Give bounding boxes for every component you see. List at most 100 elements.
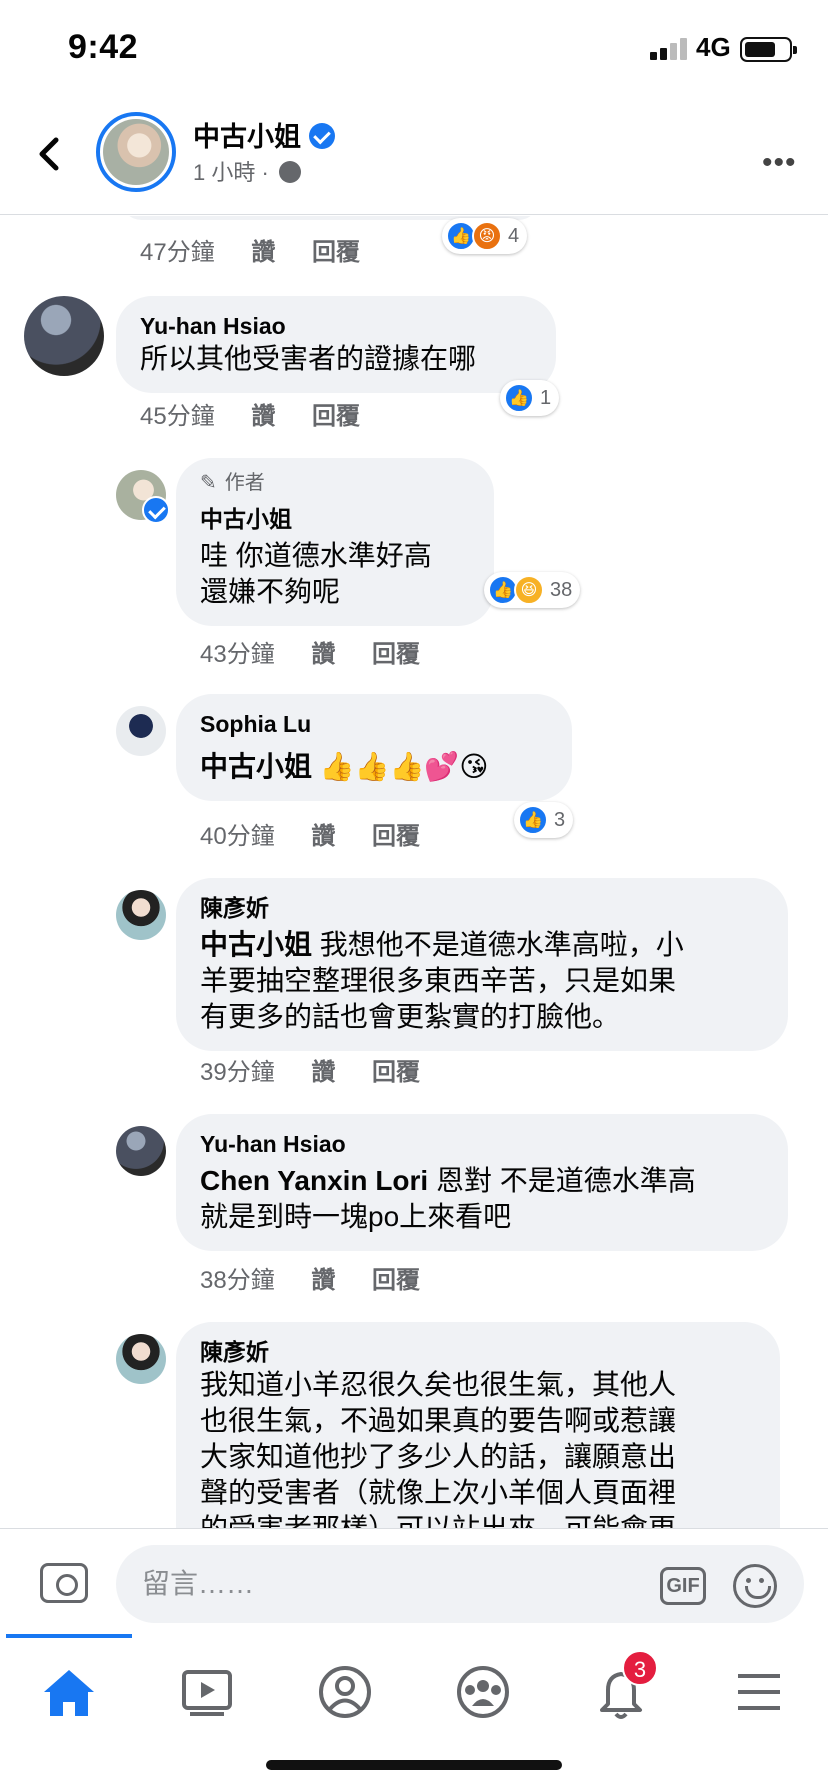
comments-list: 47分鐘 讚 回覆 👍 😡 4 Yu-han Hsiao 所以其他受害者的證據在… — [0, 216, 828, 1528]
like-action[interactable]: 讚 — [311, 1267, 335, 1294]
reply-action[interactable]: 回覆 — [312, 403, 360, 430]
comment-text-line: Chen Yanxin Lori 恩對 不是道德水準高 — [200, 1165, 696, 1196]
like-action[interactable]: 讚 — [311, 1059, 335, 1086]
comment-author[interactable]: Yu-han Hsiao — [140, 311, 532, 341]
comment-author[interactable]: 中古小姐 — [200, 504, 470, 534]
reply-action[interactable]: 回覆 — [312, 239, 360, 266]
reply-action[interactable]: 回覆 — [372, 641, 420, 668]
mention-link[interactable]: 中古小姐 — [200, 751, 312, 782]
comment-meta: 39分鐘 讚 回覆 — [200, 1052, 450, 1087]
status-bar: 9:42 4G — [0, 0, 828, 100]
like-action[interactable]: 讚 — [251, 403, 275, 430]
comment-author[interactable]: 陳彥妡 — [200, 1337, 756, 1367]
camera-icon[interactable] — [40, 1563, 88, 1603]
home-indicator — [266, 1760, 562, 1770]
post-meta: 1 小時 · — [193, 155, 301, 187]
comment-time: 38分鐘 — [200, 1267, 275, 1294]
comment-meta: 38分鐘 讚 回覆 — [200, 1260, 450, 1295]
more-options-icon[interactable]: ••• — [762, 146, 797, 180]
comment-composer: GIF — [0, 1528, 828, 1634]
profile-icon[interactable] — [310, 1662, 380, 1722]
like-action[interactable]: 讚 — [251, 239, 275, 266]
comment-time: 39分鐘 — [200, 1059, 275, 1086]
avatar[interactable] — [116, 1334, 166, 1384]
groups-icon[interactable] — [448, 1662, 518, 1722]
comment-bubble: Sophia Lu 中古小姐 👍👍👍💕😘 — [176, 694, 572, 801]
comment-text: 中古小姐 👍👍👍💕😘 — [200, 749, 548, 785]
reaction-summary[interactable]: 👍 😆 38 — [484, 572, 581, 608]
avatar[interactable] — [116, 706, 166, 756]
battery-icon — [740, 37, 797, 62]
avatar[interactable] — [116, 890, 166, 940]
reply-action[interactable]: 回覆 — [372, 823, 420, 850]
comment-text-line: 的受害者那樣）可以站出來，可能會更 — [200, 1511, 756, 1528]
reply-action[interactable]: 回覆 — [372, 1267, 420, 1294]
comment-meta: 43分鐘 讚 回覆 — [200, 634, 450, 669]
page-avatar[interactable] — [96, 112, 176, 192]
mention-link[interactable]: Chen Yanxin Lori — [200, 1165, 428, 1196]
comment-time: 40分鐘 — [200, 823, 275, 850]
page-name[interactable]: 中古小姐 — [193, 122, 301, 152]
comment-author[interactable]: 陳彥妡 — [200, 893, 764, 923]
reaction-count: 1 — [540, 386, 552, 409]
comment-author[interactable]: Sophia Lu — [200, 709, 548, 739]
avatar[interactable] — [116, 1126, 166, 1176]
comment-meta: 40分鐘 讚 回覆 — [200, 816, 450, 851]
notifications-tab[interactable]: 3 — [586, 1650, 658, 1722]
post-time: 1 小時 — [193, 160, 256, 185]
reaction-summary[interactable]: 👍 3 — [514, 802, 574, 838]
home-icon[interactable] — [34, 1662, 104, 1722]
haha-reaction-icon: 😆 — [514, 575, 544, 605]
back-icon[interactable] — [30, 132, 70, 176]
avatar[interactable] — [24, 296, 104, 376]
network-label: 4G — [696, 32, 731, 62]
like-reaction-icon: 👍 — [504, 383, 534, 413]
comment-text-line: 哇 你道德水準好高 — [200, 540, 432, 571]
pencil-icon: ✎ — [200, 472, 217, 494]
author-badge: ✎ 作者 — [200, 472, 265, 494]
comment-text-line: 聲的受害者（就像上次小羊個人頁面裡 — [200, 1477, 677, 1508]
reaction-count: 4 — [508, 224, 520, 247]
comment-meta: 47分鐘 讚 回覆 — [140, 232, 390, 267]
comment-bubble: Yu-han Hsiao 所以其他受害者的證據在哪 — [116, 296, 556, 393]
separator: · — [261, 160, 269, 185]
mention-link[interactable]: 中古小姐 — [200, 929, 312, 960]
comment-meta: 45分鐘 讚 回覆 — [140, 396, 390, 431]
comment-bubble: 陳彥妡 中古小姐 我想他不是道德水準高啦，小 羊要抽空整理很多東西辛苦，只是如果… — [176, 878, 788, 1051]
comment-author[interactable]: Yu-han Hsiao — [200, 1129, 764, 1159]
like-action[interactable]: 讚 — [311, 823, 335, 850]
comment-text-line: 就是到時一塊po上來看吧 — [200, 1201, 512, 1232]
angry-reaction-icon: 😡 — [472, 221, 502, 251]
like-reaction-icon: 👍 — [518, 805, 548, 835]
like-action[interactable]: 讚 — [311, 641, 335, 668]
comment-text-line: 大家知道他抄了多少人的話，讓願意出 — [200, 1441, 677, 1472]
status-time: 9:42 — [68, 28, 139, 66]
globe-icon — [278, 161, 301, 183]
comment-bubble: 陳彥妡 我知道小羊忍很久矣也很生氣，其他人 也很生氣，不過如果真的要告啊或惹讓 … — [176, 1322, 780, 1528]
comment-text-line: 我知道小羊忍很久矣也很生氣，其他人 — [200, 1369, 677, 1400]
comment-time: 43分鐘 — [200, 641, 275, 668]
signal-icon — [650, 38, 690, 60]
emoji-text: 👍👍👍💕😘 — [319, 751, 489, 782]
post-header: 中古小姐 1 小時 · ••• — [0, 100, 828, 215]
menu-icon[interactable] — [724, 1662, 794, 1722]
reply-action[interactable]: 回覆 — [372, 1059, 420, 1086]
page-name-row[interactable]: 中古小姐 — [193, 115, 335, 154]
comment-text-line: 羊要抽空整理很多東西辛苦，只是如果 — [200, 965, 677, 996]
reaction-summary[interactable]: 👍 1 — [500, 380, 560, 416]
comment-text-line: 中古小姐 我想他不是道德水準高啦，小 — [200, 929, 684, 960]
watch-icon[interactable] — [172, 1662, 242, 1722]
reaction-summary[interactable]: 👍 😡 4 — [442, 218, 528, 254]
comment-bubble: Yu-han Hsiao Chen Yanxin Lori 恩對 不是道德水準高… — [176, 1114, 788, 1251]
comment-time: 45分鐘 — [140, 403, 215, 430]
comment-time: 47分鐘 — [140, 239, 215, 266]
verified-icon — [309, 123, 335, 149]
emoji-icon[interactable] — [733, 1564, 777, 1608]
comment-text-line: 還嫌不夠呢 — [200, 576, 341, 607]
gif-icon[interactable]: GIF — [660, 1567, 706, 1605]
comment-text: 所以其他受害者的證據在哪 — [140, 343, 477, 374]
active-tab-indicator — [6, 1634, 132, 1638]
comment-bubble: ✎ 作者 中古小姐 哇 你道德水準好高 還嫌不夠呢 — [176, 458, 494, 626]
comment-text-line: 有更多的話也會更紮實的打臉他。 — [200, 1001, 621, 1032]
reaction-count: 38 — [550, 578, 573, 601]
